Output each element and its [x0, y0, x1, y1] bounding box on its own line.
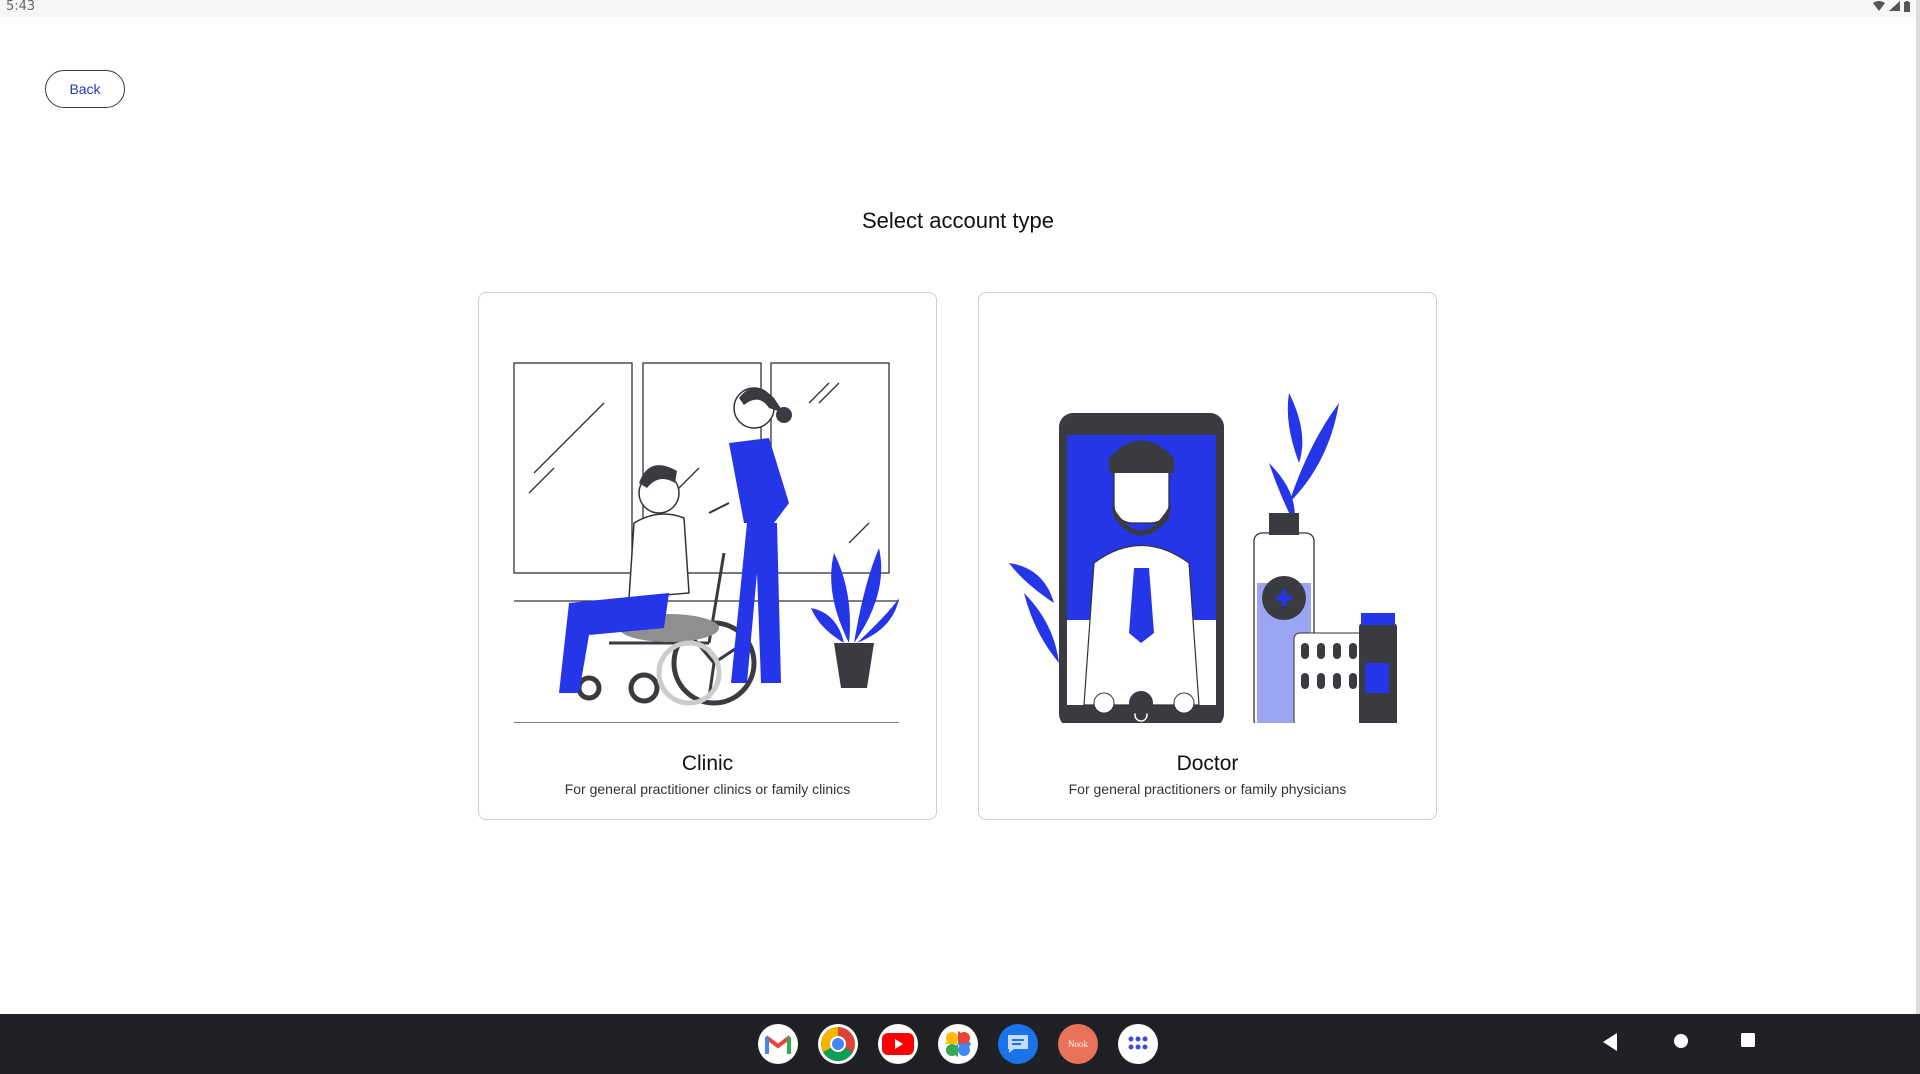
clinic-illustration	[513, 362, 899, 723]
nook-label: Nook	[1068, 1039, 1088, 1049]
recents-nav-icon[interactable]	[1740, 1032, 1756, 1048]
doctor-subtitle: For general practitioners or family phys…	[1068, 781, 1347, 797]
app-dock: Nook	[758, 1024, 1158, 1064]
nook-icon[interactable]: Nook	[1058, 1024, 1098, 1064]
app-drawer-icon[interactable]	[1118, 1024, 1158, 1064]
status-bar: 5:43	[0, 0, 1916, 17]
doctor-title: Doctor	[1176, 752, 1239, 775]
home-nav-icon[interactable]	[1672, 1032, 1690, 1050]
clinic-card[interactable]: Clinic For general practitioner clinics …	[478, 292, 937, 820]
back-button[interactable]: Back	[45, 70, 125, 108]
youtube-icon[interactable]	[878, 1024, 918, 1064]
window-edge	[1916, 0, 1920, 1014]
status-time: 5:43	[6, 0, 36, 14]
back-nav-icon[interactable]	[1601, 1032, 1619, 1052]
chrome-icon[interactable]	[818, 1024, 858, 1064]
clinic-title: Clinic	[681, 752, 734, 775]
wifi-icon	[1873, 1, 1885, 11]
doctor-card[interactable]: Doctor For general practitioners or fami…	[978, 292, 1437, 820]
page-title: Select account type	[861, 208, 1054, 233]
clinic-subtitle: For general practitioner clinics or fami…	[564, 781, 851, 797]
doctor-illustration	[1009, 393, 1397, 723]
battery-icon	[1904, 0, 1910, 12]
photos-icon[interactable]	[938, 1024, 978, 1064]
gmail-icon[interactable]	[758, 1024, 798, 1064]
messages-icon[interactable]	[998, 1024, 1038, 1064]
signal-icon	[1889, 1, 1900, 11]
status-icons	[1873, 0, 1910, 12]
